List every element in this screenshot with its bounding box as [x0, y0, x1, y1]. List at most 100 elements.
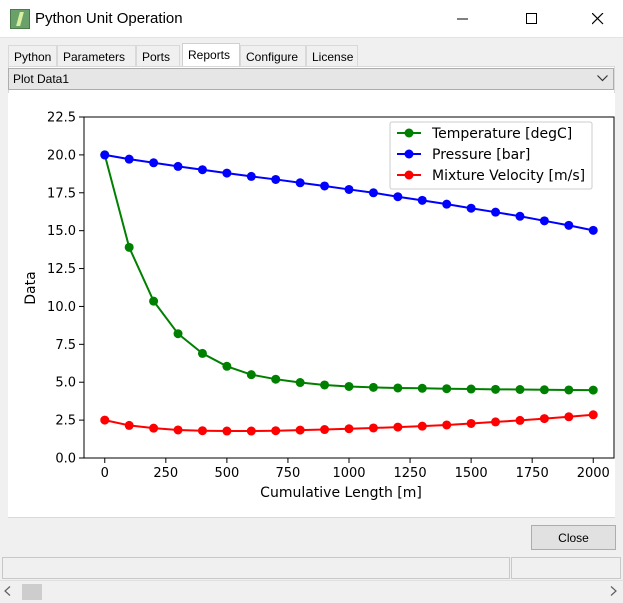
data-point-series-1 [246, 171, 256, 181]
data-point-series-2 [271, 426, 281, 436]
data-point-series-1 [368, 188, 378, 198]
tab-parameters[interactable]: Parameters [57, 45, 136, 67]
data-point-series-0 [320, 380, 330, 390]
line-chart: 0 250 500 750 1000 1250 1500 1750 2000 0.0 2.5 5.0… [23, 111, 615, 501]
data-point-series-2 [100, 415, 110, 425]
data-point-series-1 [515, 211, 525, 221]
data-point-series-1 [295, 178, 305, 188]
plot-select-dropdown[interactable]: Plot Data1 [8, 68, 614, 90]
data-point-series-1 [320, 181, 330, 191]
close-window-button[interactable] [575, 0, 621, 38]
data-point-series-2 [368, 423, 378, 433]
data-point-series-0 [466, 384, 476, 394]
data-point-series-2 [539, 414, 549, 424]
horizontal-scrollbar[interactable] [0, 580, 623, 601]
y-tick-label: 5.0 [55, 376, 76, 391]
data-point-series-0 [417, 383, 427, 393]
tab-python[interactable]: Python [8, 45, 57, 67]
close-icon [592, 13, 604, 25]
legend-marker-mixture-velocity [404, 170, 414, 180]
tab-reports[interactable]: Reports [182, 43, 240, 68]
data-point-series-1 [393, 192, 403, 202]
window-title: Python Unit Operation [35, 10, 183, 27]
data-point-series-0 [564, 385, 574, 395]
data-point-series-1 [124, 154, 134, 164]
data-point-series-1 [222, 168, 232, 178]
data-point-series-2 [124, 420, 134, 430]
scroll-right-icon[interactable] [610, 586, 617, 596]
data-point-series-0 [344, 381, 354, 391]
data-point-series-1 [491, 207, 501, 217]
x-tick-label: 2000 [577, 466, 610, 481]
data-point-series-1 [588, 225, 598, 235]
data-point-series-2 [393, 422, 403, 432]
data-point-series-0 [539, 385, 549, 395]
data-point-series-0 [393, 383, 403, 393]
data-point-series-1 [344, 184, 354, 194]
x-tick-label: 250 [153, 466, 178, 481]
data-point-series-1 [149, 158, 159, 168]
data-point-series-2 [417, 421, 427, 431]
data-point-series-0 [271, 374, 281, 384]
legend-marker-temperature [404, 128, 414, 138]
data-point-series-2 [222, 426, 232, 436]
legend-label-pressure: Pressure [bar] [432, 147, 530, 163]
y-tick-label: 10.0 [47, 300, 76, 315]
tab-license[interactable]: License [306, 45, 358, 67]
data-point-series-1 [442, 199, 452, 209]
data-point-series-0 [197, 348, 207, 358]
data-point-series-2 [442, 420, 452, 430]
legend-label-temperature: Temperature [degC] [431, 126, 572, 142]
plot-area: 0 250 500 750 1000 1250 1500 1750 2000 0.0 2.5 5.0… [8, 93, 615, 517]
maximize-icon [526, 13, 537, 24]
tab-configure[interactable]: Configure [240, 45, 306, 67]
title-bar: Python Unit Operation [0, 0, 623, 38]
y-tick-label: 7.5 [55, 338, 76, 353]
close-button[interactable]: Close [531, 525, 616, 550]
data-point-series-1 [539, 216, 549, 226]
y-tick-label: 2.5 [55, 414, 76, 429]
data-point-series-1 [100, 150, 110, 160]
status-pane-secondary [511, 557, 621, 579]
data-point-series-0 [124, 242, 134, 252]
minimize-icon [457, 18, 468, 20]
app-icon [10, 9, 30, 29]
scroll-left-icon[interactable] [4, 586, 11, 596]
y-tick-label: 17.5 [47, 186, 76, 201]
scrollbar-thumb[interactable] [22, 584, 42, 600]
data-point-series-1 [564, 220, 574, 230]
x-tick-label: 0 [101, 466, 109, 481]
data-point-series-0 [149, 296, 159, 306]
x-tick-label: 1250 [394, 466, 427, 481]
data-point-series-0 [173, 329, 183, 339]
x-tick-label: 750 [276, 466, 301, 481]
data-point-series-1 [271, 174, 281, 184]
x-tick-label: 1500 [455, 466, 488, 481]
data-point-series-2 [149, 423, 159, 433]
data-point-series-2 [491, 417, 501, 427]
chevron-down-icon [597, 75, 608, 82]
data-point-series-0 [515, 384, 525, 394]
data-point-series-1 [197, 165, 207, 175]
y-tick-label: 12.5 [47, 262, 76, 277]
x-axis: 0 250 500 750 1000 1250 1500 1750 2000 [101, 458, 610, 481]
data-point-series-2 [466, 418, 476, 428]
data-point-series-1 [466, 203, 476, 213]
x-axis-label: Cumulative Length [m] [260, 485, 422, 501]
data-point-series-1 [417, 195, 427, 205]
y-tick-label: 20.0 [47, 148, 76, 163]
minimize-button[interactable] [440, 0, 486, 38]
maximize-button[interactable] [509, 0, 555, 38]
y-tick-label: 22.5 [47, 111, 76, 126]
data-point-series-0 [588, 385, 598, 395]
y-tick-label: 0.0 [55, 452, 76, 467]
data-point-series-2 [197, 426, 207, 436]
x-tick-label: 1000 [332, 466, 365, 481]
data-point-series-2 [564, 412, 574, 422]
y-tick-label: 15.0 [47, 224, 76, 239]
x-tick-label: 500 [214, 466, 239, 481]
data-point-series-0 [442, 384, 452, 394]
data-point-series-0 [491, 384, 501, 394]
data-point-series-0 [295, 378, 305, 388]
tab-ports[interactable]: Ports [136, 45, 180, 67]
